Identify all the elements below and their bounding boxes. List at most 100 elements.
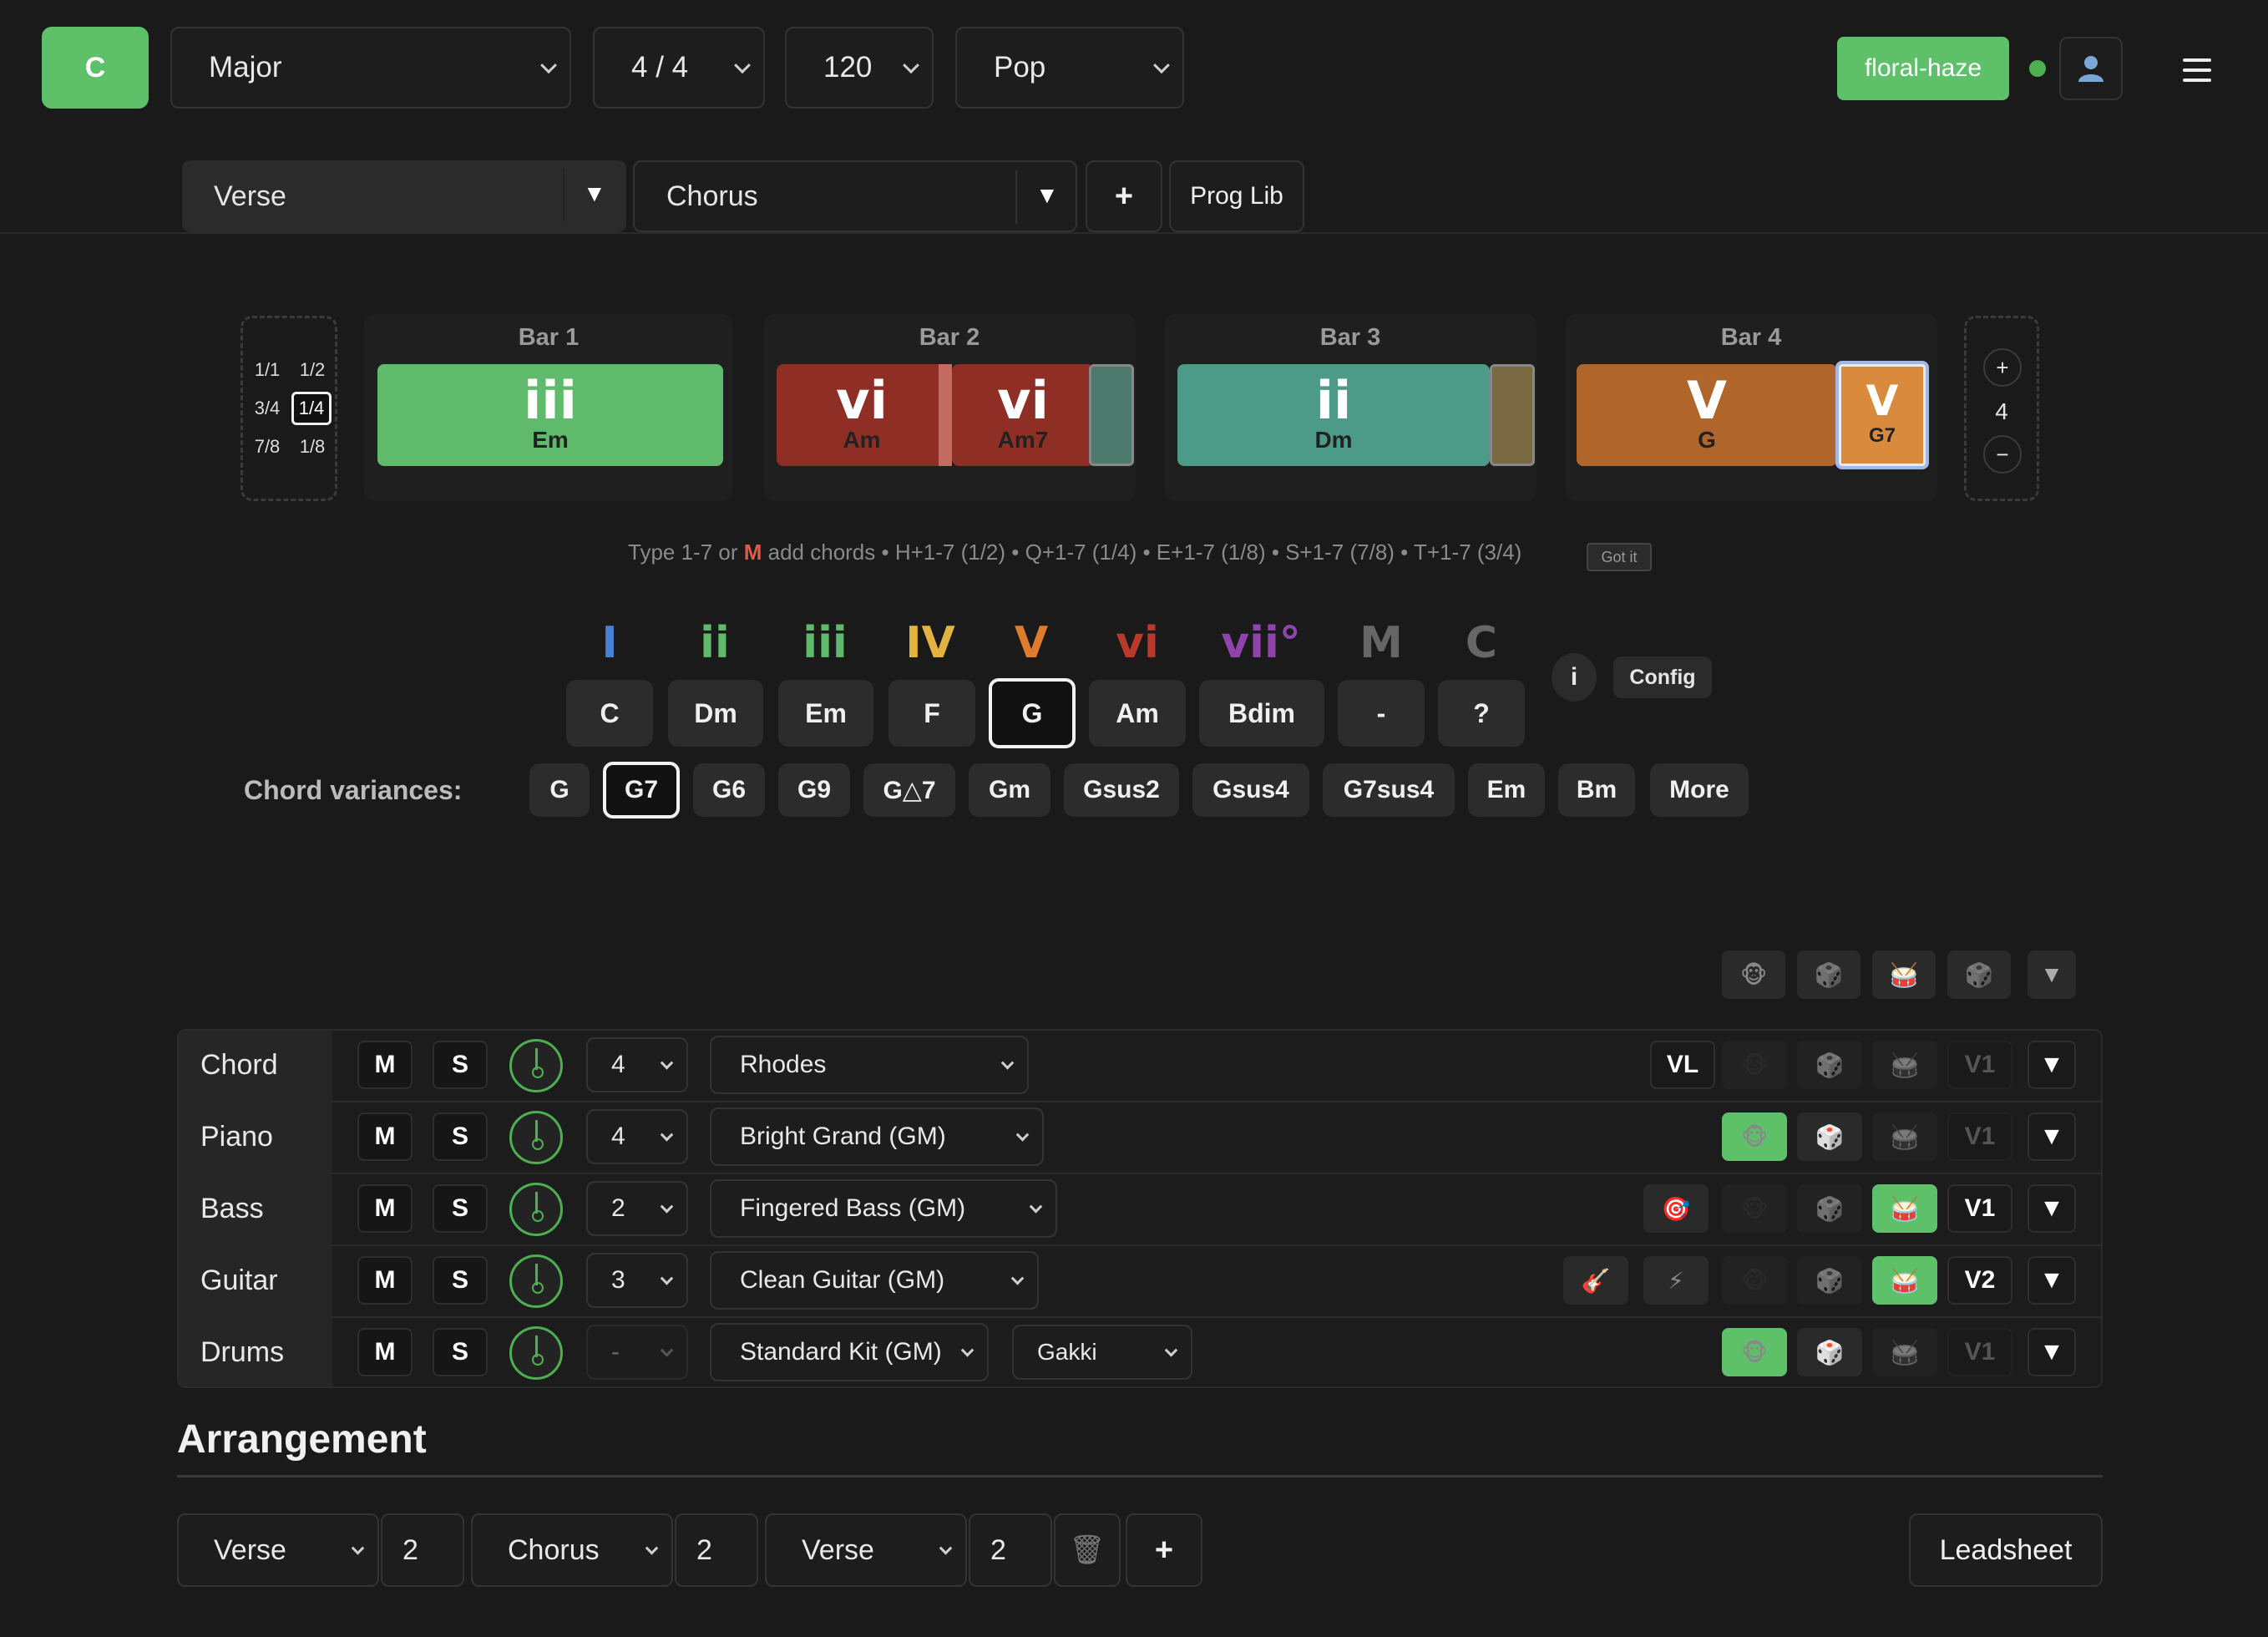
user-icon[interactable] [2059, 37, 2123, 100]
chord-slot-selected[interactable]: V G7 [1835, 361, 1929, 469]
instrument-select[interactable]: Standard Kit (GM) [710, 1323, 989, 1381]
monkey-icon[interactable]: 🐵 [1722, 1112, 1787, 1161]
chord-slot[interactable]: vi Am [777, 364, 947, 466]
dice-icon[interactable]: 🎲 [1797, 1041, 1862, 1089]
degree-chord-rest[interactable]: - [1338, 680, 1425, 747]
dice-icon[interactable]: 🎲 [1797, 1256, 1862, 1305]
prog-lib-button[interactable]: Prog Lib [1169, 160, 1304, 232]
arrangement-repeat-input[interactable]: 2 [381, 1513, 464, 1587]
remove-bar-button[interactable]: − [1983, 435, 2022, 474]
mute-button[interactable]: M [357, 1328, 413, 1376]
arrangement-section-select[interactable]: Verse [177, 1513, 379, 1587]
monkey-icon[interactable]: 🐵 [1722, 1328, 1787, 1376]
monkey-icon[interactable]: 🐵 [1722, 1184, 1787, 1233]
chevron-down-icon[interactable]: ▼ [2028, 950, 2076, 999]
hamburger-menu-icon[interactable] [2183, 58, 2211, 82]
instrument-select[interactable]: Bright Grand (GM) [710, 1107, 1044, 1166]
degree-chord-C[interactable]: C [566, 680, 653, 747]
voice-variant-button[interactable]: V2 [1947, 1256, 2012, 1305]
variance-chip[interactable]: G7sus4 [1323, 763, 1455, 817]
voice-variant-button[interactable]: V1 [1947, 1112, 2012, 1161]
track-expand-button[interactable]: ▼ [2028, 1184, 2076, 1233]
variance-chip[interactable]: Bm [1558, 763, 1635, 817]
add-bar-button[interactable]: + [1983, 348, 2022, 387]
volume-knob[interactable] [509, 1039, 563, 1092]
variance-chip[interactable]: Gsus2 [1064, 763, 1179, 817]
volume-knob[interactable] [509, 1254, 563, 1308]
instrument-select[interactable]: Fingered Bass (GM) [710, 1179, 1057, 1238]
leadsheet-button[interactable]: Leadsheet [1909, 1513, 2103, 1587]
duration-7-8[interactable]: 7/8 [248, 432, 286, 462]
monkey-icon[interactable]: 🐵 [1722, 1041, 1787, 1089]
degree-chord-G[interactable]: G [989, 678, 1076, 748]
drum-icon[interactable]: 🥁 [1872, 1328, 1937, 1376]
drum-style-select[interactable]: Gakki [1012, 1325, 1192, 1380]
variance-chip[interactable]: Em [1468, 763, 1545, 817]
info-button[interactable]: i [1552, 653, 1597, 702]
arrangement-repeat-input[interactable]: 2 [969, 1513, 1052, 1587]
style-select[interactable]: Pop [955, 27, 1184, 109]
arrangement-repeat-input[interactable]: 2 [675, 1513, 758, 1587]
variance-chip[interactable]: G6 [693, 763, 765, 817]
octave-select[interactable]: 4 [586, 1109, 688, 1164]
octave-select[interactable]: 3 [586, 1253, 688, 1308]
duration-1-8[interactable]: 1/8 [293, 432, 332, 462]
lightning-icon[interactable]: ⚡ [1643, 1256, 1709, 1305]
chord-slot[interactable]: iii Em [377, 364, 723, 466]
guitar-icon[interactable]: 🎸 [1563, 1256, 1628, 1305]
instrument-select[interactable]: Clean Guitar (GM) [710, 1251, 1039, 1310]
solo-button[interactable]: S [433, 1256, 488, 1305]
drum-icon[interactable]: 🥁 [1872, 1256, 1937, 1305]
drum-icon[interactable]: 🥁 [1872, 950, 1936, 999]
scale-select[interactable]: Major [170, 27, 571, 109]
octave-select[interactable]: 2 [586, 1181, 688, 1236]
duration-3-4[interactable]: 3/4 [248, 393, 286, 423]
arrangement-section-select[interactable]: Verse [765, 1513, 967, 1587]
track-expand-button[interactable]: ▼ [2028, 1112, 2076, 1161]
monkey-icon[interactable]: 🐵 [1722, 1256, 1787, 1305]
volume-knob[interactable] [509, 1111, 563, 1164]
monkey-icon[interactable]: 🐵 [1722, 950, 1785, 999]
octave-select[interactable]: 4 [586, 1037, 688, 1092]
time-signature-select[interactable]: 4 / 4 [593, 27, 765, 109]
octave-select[interactable]: - [586, 1325, 688, 1380]
tempo-select[interactable]: 120 [785, 27, 934, 109]
user-name-button[interactable]: floral-haze [1837, 37, 2009, 100]
mute-button[interactable]: M [357, 1041, 413, 1089]
chord-extend-handle[interactable] [1089, 364, 1134, 466]
solo-button[interactable]: S [433, 1041, 488, 1089]
drum-icon[interactable]: 🥁 [1872, 1112, 1937, 1161]
variance-chip[interactable]: G [529, 763, 590, 817]
voice-variant-button[interactable]: V1 [1947, 1328, 2012, 1376]
chord-extend-handle[interactable] [1490, 364, 1535, 466]
hint-dismiss-button[interactable]: Got it [1587, 543, 1652, 571]
triangle-down-icon[interactable]: ▼ [583, 180, 606, 207]
variance-chip[interactable]: G△7 [863, 763, 955, 817]
arrangement-section-select[interactable]: Chorus [471, 1513, 673, 1587]
solo-button[interactable]: S [433, 1184, 488, 1233]
mute-button[interactable]: M [357, 1256, 413, 1305]
variance-chip-selected[interactable]: G7 [603, 762, 680, 818]
variance-chip[interactable]: Gm [969, 763, 1050, 817]
volume-knob[interactable] [509, 1183, 563, 1236]
volume-knob[interactable] [509, 1326, 563, 1380]
duration-1-4[interactable]: 1/4 [291, 392, 332, 425]
variance-chip[interactable]: Gsus4 [1192, 763, 1309, 817]
config-button[interactable]: Config [1613, 656, 1712, 698]
chord-slot[interactable]: ii Dm [1177, 364, 1490, 466]
triangle-down-icon[interactable]: ▼ [1035, 182, 1059, 209]
section-tab-chorus[interactable]: Chorus ▼ [633, 160, 1077, 232]
trash-icon[interactable]: 🗑 [1054, 1513, 1121, 1587]
mute-button[interactable]: M [357, 1112, 413, 1161]
voice-variant-button[interactable]: V1 [1947, 1184, 2012, 1233]
degree-chord-Bdim[interactable]: Bdim [1199, 680, 1324, 747]
track-expand-button[interactable]: ▼ [2028, 1256, 2076, 1305]
degree-chord-F[interactable]: F [888, 680, 975, 747]
dice-icon[interactable]: 🎲 [1947, 950, 2011, 999]
chord-slot[interactable]: vi Am7 [952, 364, 1094, 466]
track-expand-button[interactable]: ▼ [2028, 1041, 2076, 1089]
dice-icon[interactable]: 🎲 [1797, 1328, 1862, 1376]
dice-icon[interactable]: 🎲 [1797, 1112, 1862, 1161]
solo-button[interactable]: S [433, 1328, 488, 1376]
voice-leading-button[interactable]: VL [1650, 1041, 1715, 1089]
